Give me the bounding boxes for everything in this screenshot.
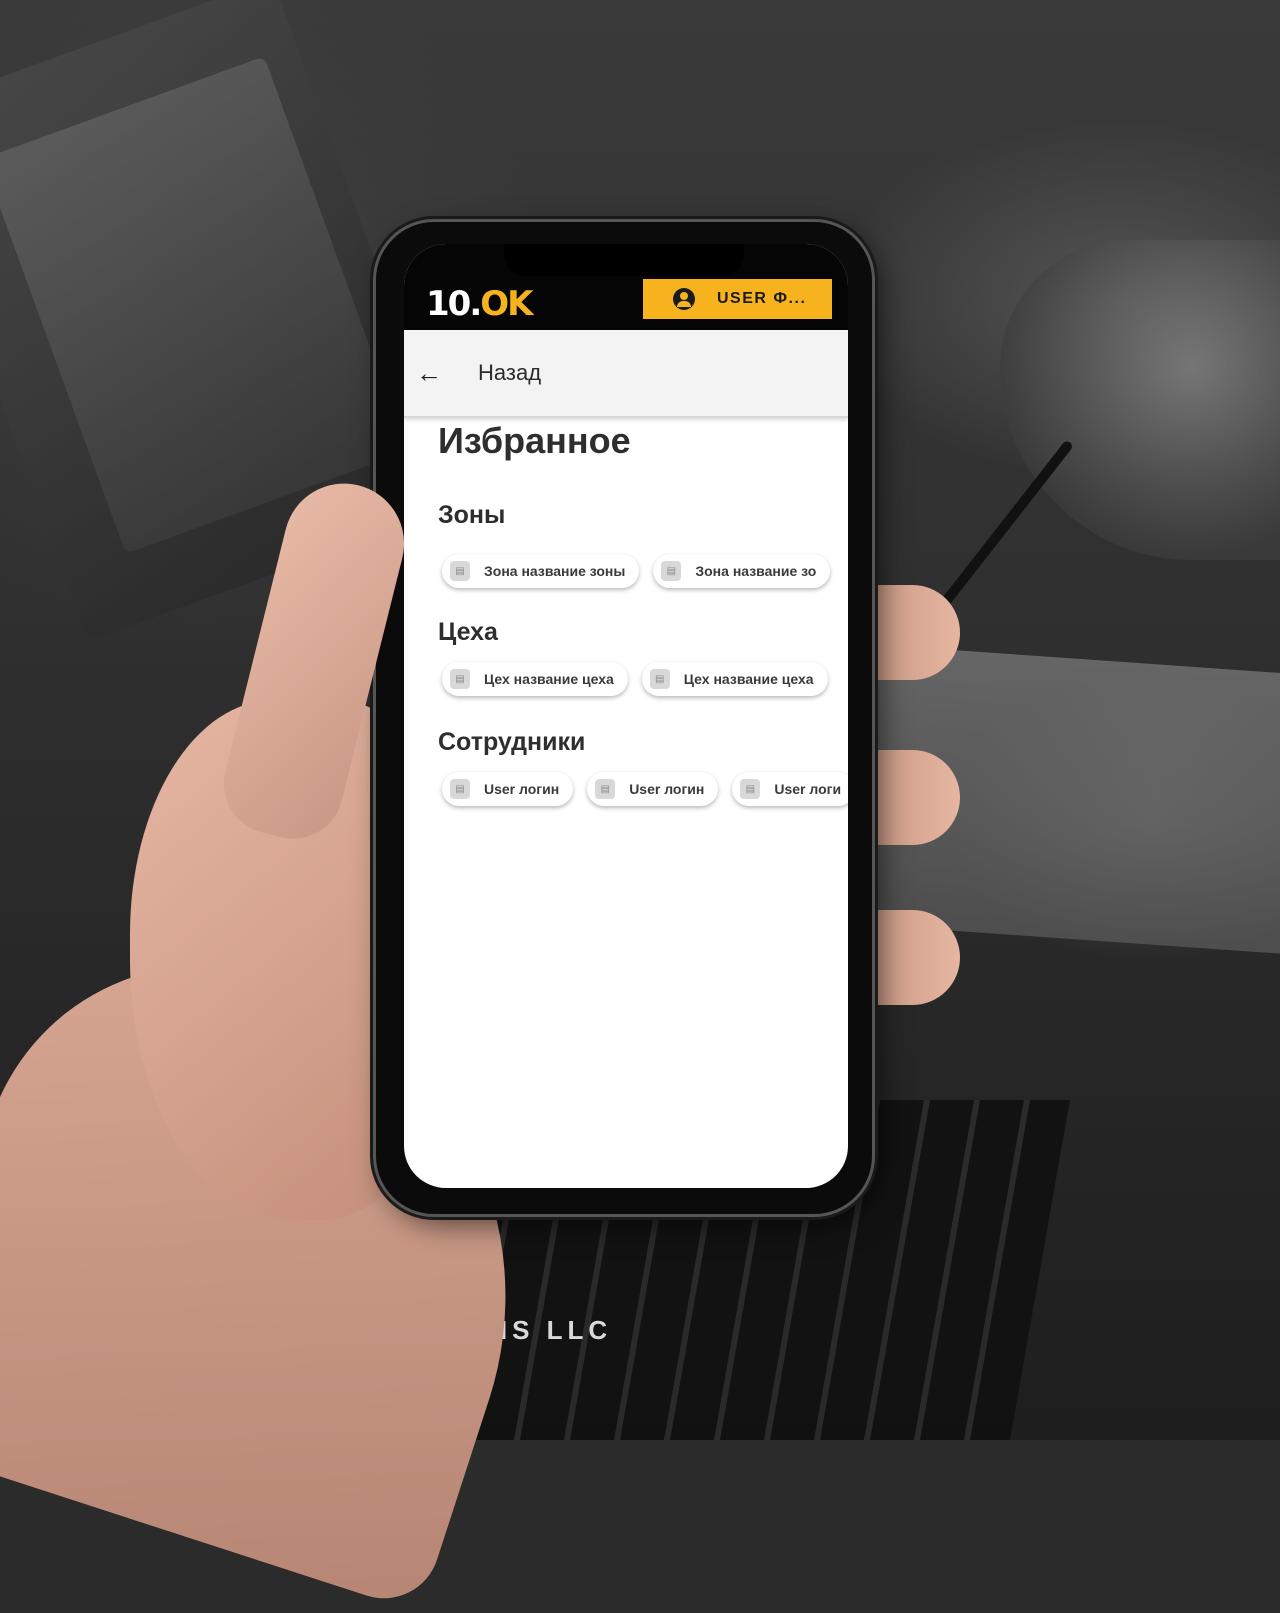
- user-menu-button[interactable]: USER Ф...: [643, 279, 832, 319]
- favorite-employee-chip[interactable]: ▤ User логин: [587, 772, 719, 806]
- favorite-workshop-chip[interactable]: ▤ Цех название цеха: [442, 662, 628, 696]
- logo-text: 10.: [426, 284, 482, 324]
- phone-screen: 10.OK USER Ф... ← Назад Избранное Зоны ▤…: [404, 244, 848, 1188]
- logo-accent-text: OK: [480, 284, 533, 324]
- building-icon: ▤: [661, 561, 682, 581]
- user-icon: ▤: [450, 779, 470, 799]
- arrow-left-icon[interactable]: ←: [416, 358, 442, 389]
- building-icon: ▤: [649, 669, 670, 689]
- chip-label: User логин: [629, 781, 705, 797]
- chip-row-workshops: ▤ Цех название цеха ▤ Цех название цеха: [442, 662, 828, 696]
- favorite-employee-chip[interactable]: ▤ User логин: [442, 772, 574, 806]
- chip-label: User логин: [484, 781, 560, 797]
- section-title-employees: Сотрудники: [438, 728, 586, 756]
- chip-label: Зона название зо: [695, 563, 817, 579]
- favorite-zone-chip[interactable]: ▤ Зона название зоны: [442, 554, 640, 588]
- chip-label: Цех название цеха: [683, 671, 814, 687]
- chip-label: User логи: [774, 781, 842, 797]
- favorite-zone-chip[interactable]: ▤ Зона название зо: [653, 554, 831, 588]
- chip-row-zones: ▤ Зона название зоны ▤ Зона название зо: [442, 554, 831, 588]
- favorite-workshop-chip[interactable]: ▤ Цех название цеха: [641, 662, 828, 696]
- section-title-workshops: Цеха: [438, 618, 498, 646]
- section-title-zones: Зоны: [438, 501, 506, 529]
- phone-notch: [504, 244, 744, 276]
- building-icon: ▤: [450, 669, 470, 689]
- favorite-employee-chip[interactable]: ▤ User логи: [732, 772, 848, 806]
- account-circle-icon: [673, 288, 695, 310]
- app-logo[interactable]: 10.OK: [426, 284, 533, 324]
- chip-label: Цех название цеха: [484, 671, 614, 687]
- chip-row-employees: ▤ User логин ▤ User логин ▤ User логи: [442, 772, 848, 806]
- user-menu-label: USER Ф...: [717, 290, 807, 307]
- chip-label: Зона название зоны: [484, 563, 626, 579]
- user-icon: ▤: [740, 779, 761, 799]
- back-button[interactable]: Назад: [478, 360, 541, 386]
- building-icon: ▤: [450, 561, 470, 581]
- user-icon: ▤: [595, 779, 616, 799]
- page-title: Избранное: [438, 420, 631, 461]
- navigation-bar: ← Назад: [404, 330, 848, 418]
